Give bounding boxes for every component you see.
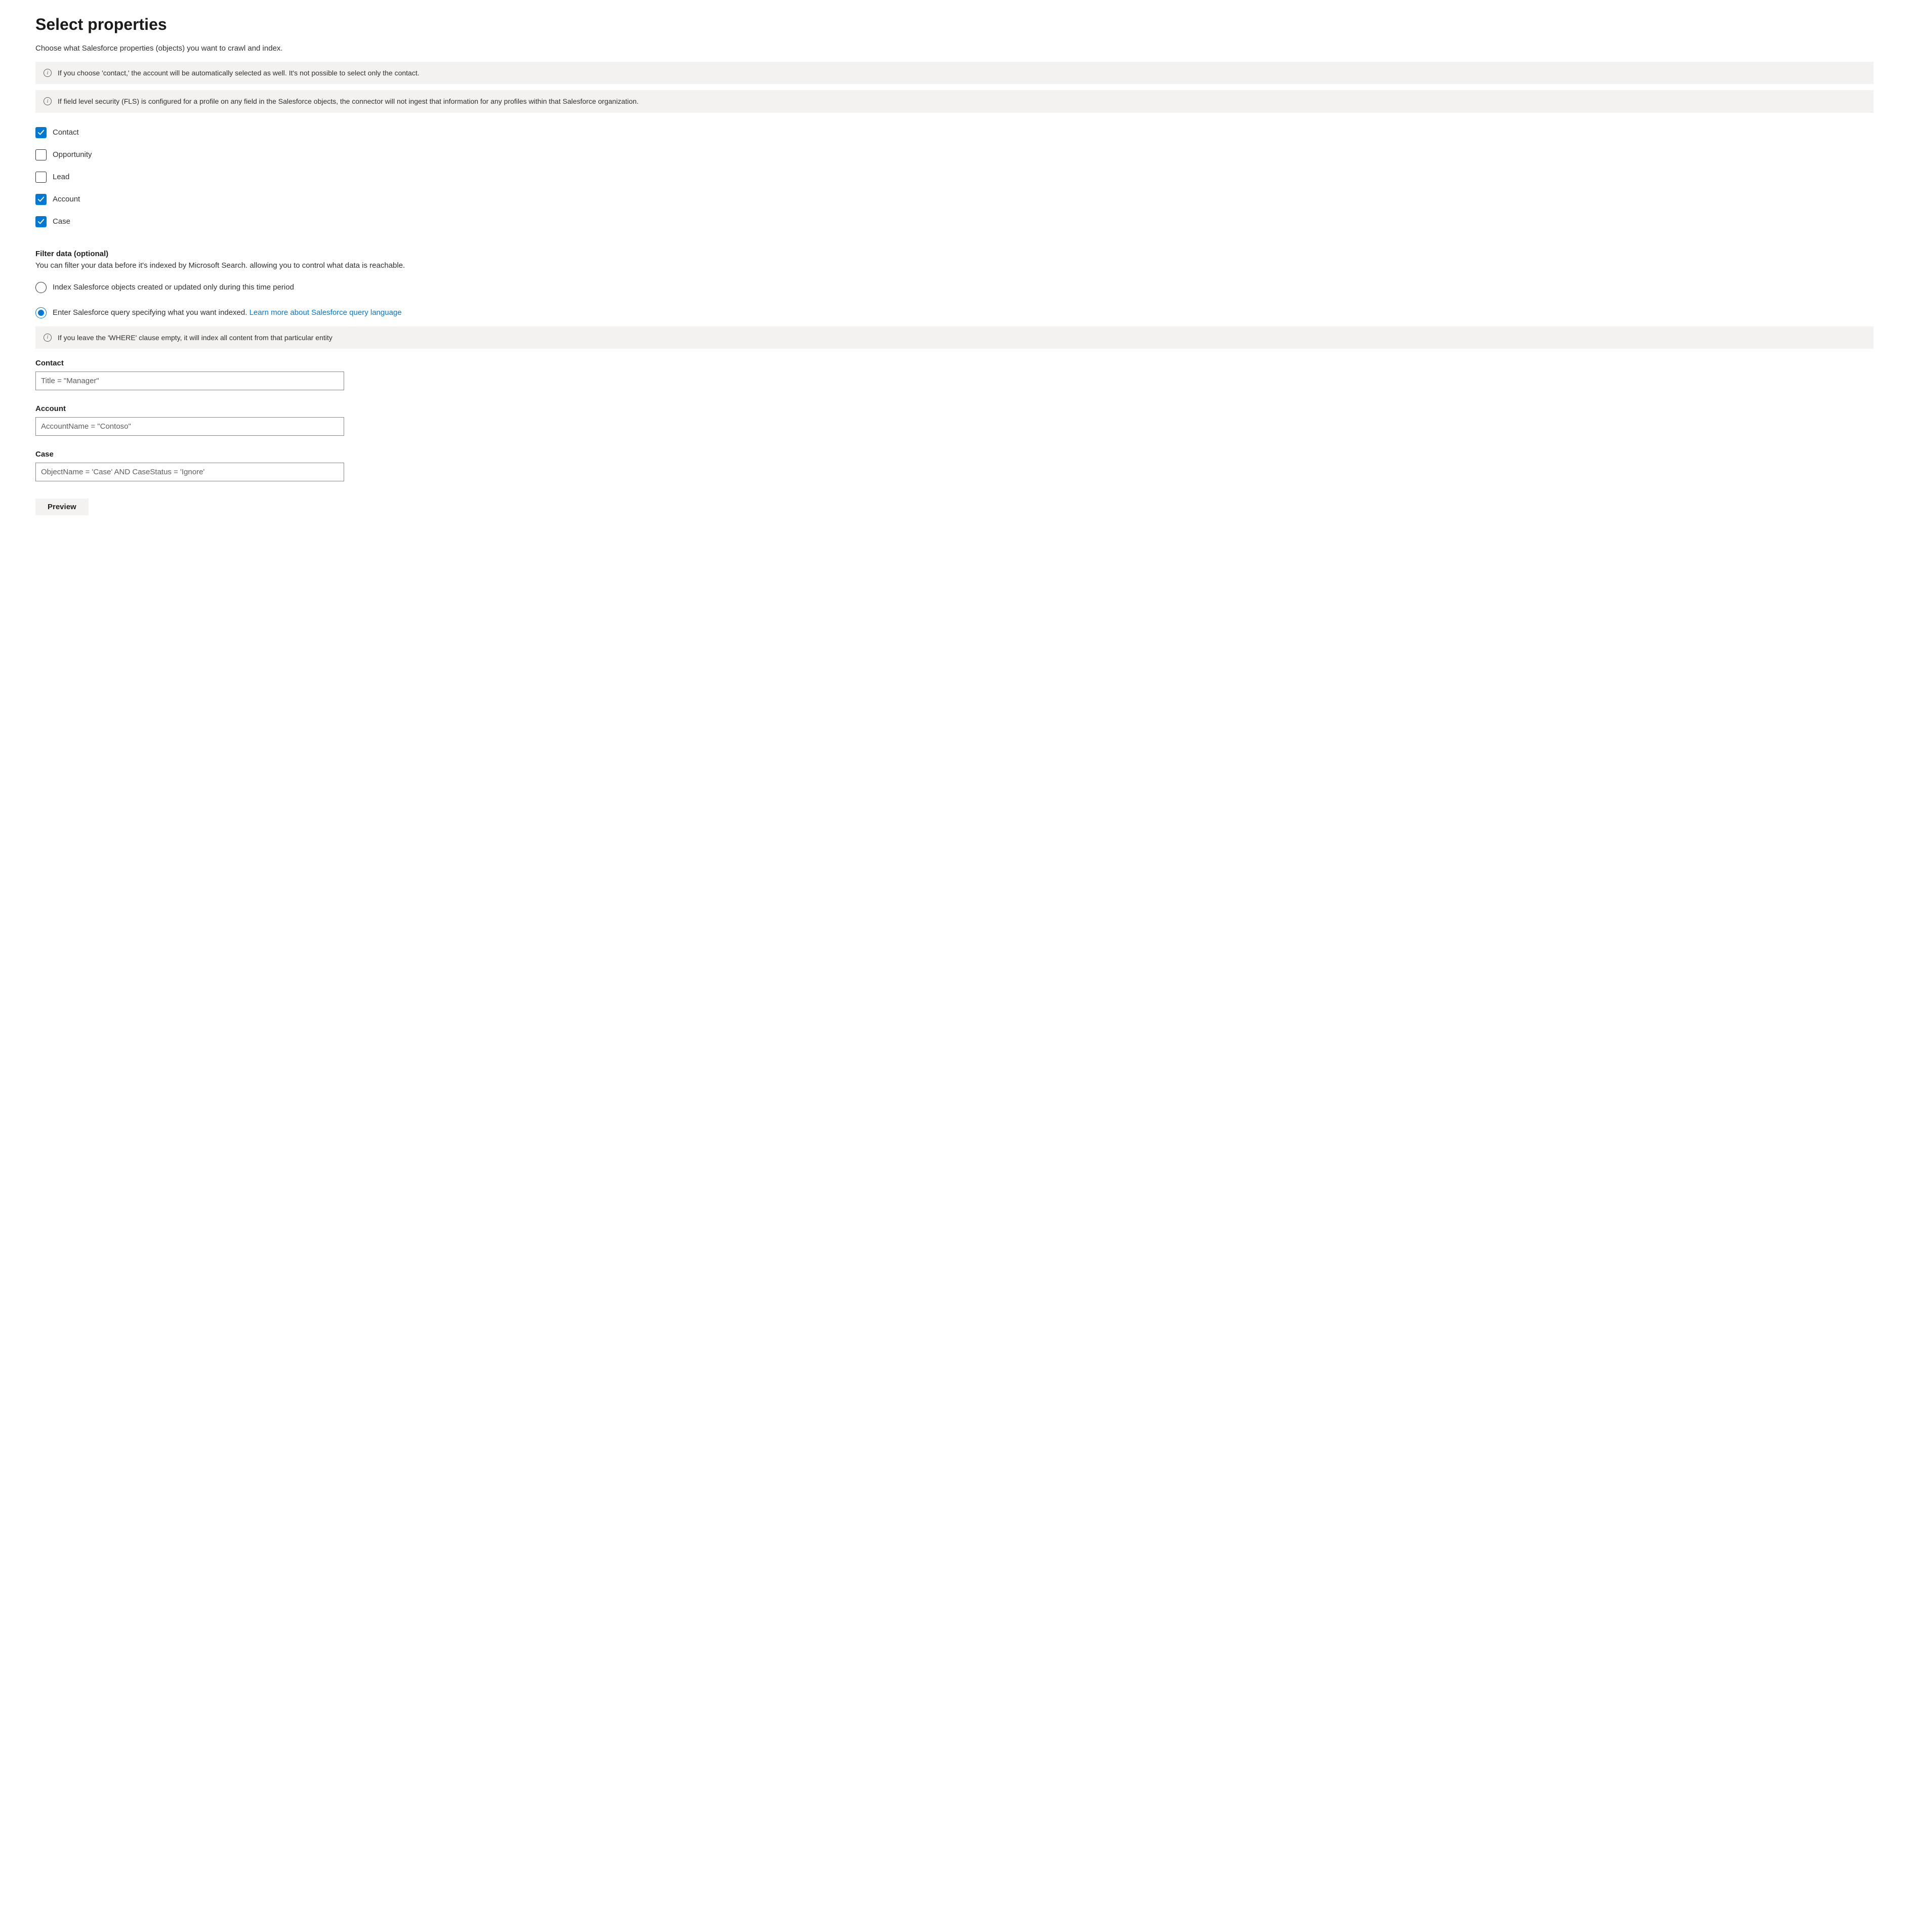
- checkbox-row-opportunity[interactable]: Opportunity: [35, 149, 1874, 160]
- query-input-contact[interactable]: [35, 372, 344, 390]
- checkbox[interactable]: [35, 149, 47, 160]
- checkmark-icon: [37, 218, 45, 225]
- info-banner-contact: i If you choose 'contact,' the account w…: [35, 62, 1874, 84]
- filter-radio-list: Index Salesforce objects created or upda…: [35, 282, 1874, 318]
- page-title: Select properties: [35, 15, 1874, 34]
- page-subtitle: Choose what Salesforce properties (objec…: [35, 44, 1874, 53]
- radio-row-query[interactable]: Enter Salesforce query specifying what y…: [35, 307, 1874, 318]
- radio-label: Index Salesforce objects created or upda…: [53, 283, 294, 292]
- query-input-case[interactable]: [35, 463, 344, 481]
- radio-label-text: Enter Salesforce query specifying what y…: [53, 308, 250, 317]
- checkbox-label: Account: [53, 195, 80, 203]
- checkbox-row-contact[interactable]: Contact: [35, 127, 1874, 138]
- info-icon: i: [44, 97, 52, 105]
- checkmark-icon: [37, 129, 45, 136]
- info-icon: i: [44, 69, 52, 77]
- checkbox-row-lead[interactable]: Lead: [35, 172, 1874, 183]
- checkbox[interactable]: [35, 216, 47, 227]
- info-banner-fls-text: If field level security (FLS) is configu…: [58, 96, 639, 106]
- checkbox-label: Case: [53, 217, 70, 226]
- checkbox-label: Lead: [53, 173, 69, 181]
- query-section-case: Case: [35, 450, 1874, 481]
- info-icon: i: [44, 334, 52, 342]
- query-label: Account: [35, 404, 1874, 413]
- preview-button[interactable]: Preview: [35, 499, 89, 515]
- query-input-account[interactable]: [35, 417, 344, 436]
- radio[interactable]: [35, 307, 47, 318]
- checkbox[interactable]: [35, 127, 47, 138]
- radio-dot-icon: [38, 310, 44, 316]
- filter-heading: Filter data (optional): [35, 250, 1874, 258]
- checkbox-label: Contact: [53, 128, 79, 137]
- checkbox[interactable]: [35, 194, 47, 205]
- info-banner-where: i If you leave the 'WHERE' clause empty,…: [35, 326, 1874, 349]
- query-label: Contact: [35, 359, 1874, 367]
- checkbox-row-case[interactable]: Case: [35, 216, 1874, 227]
- radio-row-time-period[interactable]: Index Salesforce objects created or upda…: [35, 282, 1874, 293]
- info-banner-contact-text: If you choose 'contact,' the account wil…: [58, 68, 420, 78]
- checkbox-label: Opportunity: [53, 150, 92, 159]
- checkbox-row-account[interactable]: Account: [35, 194, 1874, 205]
- checkbox[interactable]: [35, 172, 47, 183]
- radio-label: Enter Salesforce query specifying what y…: [53, 308, 402, 317]
- filter-description: You can filter your data before it's ind…: [35, 261, 1874, 270]
- query-section-account: Account: [35, 404, 1874, 436]
- checkmark-icon: [37, 196, 45, 203]
- properties-checkbox-list: Contact Opportunity Lead Account Case: [35, 127, 1874, 227]
- query-label: Case: [35, 450, 1874, 459]
- query-section-contact: Contact: [35, 359, 1874, 390]
- info-banner-where-text: If you leave the 'WHERE' clause empty, i…: [58, 333, 333, 343]
- info-banner-fls: i If field level security (FLS) is confi…: [35, 90, 1874, 112]
- learn-more-link[interactable]: Learn more about Salesforce query langua…: [250, 308, 402, 317]
- radio[interactable]: [35, 282, 47, 293]
